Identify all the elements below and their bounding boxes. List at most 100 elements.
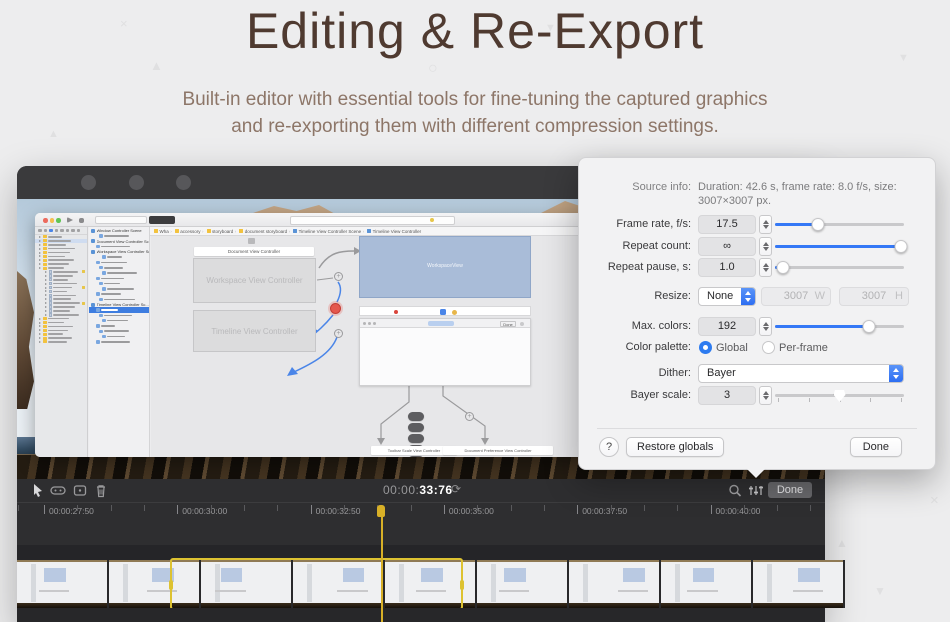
repeat-pause-stepper[interactable] [759, 258, 772, 277]
resize-width-field[interactable]: 3007 W [761, 287, 831, 306]
trash-icon[interactable] [93, 483, 109, 498]
titlebar-dot-icon [129, 175, 144, 190]
timeline-ruler[interactable]: 00:00:27:5000:00:30:0000:00:32:5000:00:3… [17, 502, 825, 537]
segue-socket-icon: + [334, 272, 343, 281]
playhead[interactable] [381, 515, 383, 622]
filmstrip-thumbnail[interactable] [477, 560, 569, 608]
subtitle-line-2: and re-exporting them with different com… [0, 113, 950, 140]
frame-rate-slider[interactable] [775, 215, 904, 234]
ruler-label: 00:00:32:50 [316, 506, 361, 516]
repeat-count-stepper[interactable] [759, 237, 772, 256]
ruler-minor-tick [677, 505, 678, 511]
decorative-shape: ▲ [836, 536, 848, 550]
repeat-pause-label: Repeat pause, s: [579, 261, 691, 273]
ruler-minor-tick [611, 505, 612, 511]
mini-icon [368, 322, 371, 325]
timeline-toolbar: 00:00:33:76 ⟳ Done [17, 479, 825, 502]
dropdown-arrows-icon [741, 288, 755, 305]
repeat-pause-slider[interactable] [775, 258, 904, 277]
timecode-value: 33:76 [419, 483, 452, 497]
mini-app-window: Done [359, 318, 531, 386]
connection-point [330, 303, 341, 314]
dither-dropdown[interactable]: Bayer [698, 364, 904, 383]
source-info-value: Duration: 42.6 s, frame rate: 8.0 f/s, s… [698, 181, 920, 208]
selection-handle-left[interactable] [169, 580, 173, 590]
bayer-scale-row: Bayer scale: 3 [579, 386, 935, 406]
bayer-scale-stepper[interactable] [759, 386, 772, 405]
scheme-selector [95, 216, 147, 224]
repeat-count-row: Repeat count: ∞ [579, 237, 935, 257]
crop-tool-icon[interactable] [72, 483, 88, 498]
timeline-done-button[interactable]: Done [768, 482, 812, 498]
max-colors-row: Max. colors: 192 [579, 317, 935, 337]
playhead-handle[interactable] [377, 505, 385, 517]
max-colors-slider[interactable] [775, 317, 904, 336]
filmstrip-thumbnail[interactable] [569, 560, 661, 608]
ruler-minor-tick [777, 505, 778, 511]
timecode-display: 00:00:33:76 [383, 483, 453, 497]
filmstrip-thumbnail[interactable] [753, 560, 845, 608]
resize-height-field[interactable]: 3007 H [839, 287, 909, 306]
zoom-timeline-icon[interactable] [727, 483, 743, 498]
bayer-scale-slider[interactable] [775, 386, 904, 405]
max-colors-field[interactable]: 192 [698, 317, 756, 336]
max-colors-stepper[interactable] [759, 317, 772, 336]
timeline-view-controller-box: Timeline View Controller [193, 310, 316, 352]
ruler-minor-tick [77, 505, 78, 511]
ruler-major-tick [444, 505, 445, 514]
frame-rate-row: Frame rate, f/s: 17.5 [579, 215, 935, 235]
timeline-selection[interactable] [170, 558, 463, 610]
repeat-count-slider[interactable] [775, 237, 904, 256]
loop-icon[interactable]: ⟳ [451, 482, 461, 496]
filmstrip-thumbnail[interactable] [17, 560, 109, 608]
ruler-major-tick [711, 505, 712, 514]
ruler-label: 00:00:27:50 [49, 506, 94, 516]
mini-selected-segment [428, 321, 454, 326]
resize-dropdown[interactable]: None [698, 287, 756, 306]
source-info-label: Source info: [579, 181, 691, 193]
resize-row: Resize: None 3007 W 3007 H [579, 287, 935, 307]
segue-badge [408, 412, 424, 421]
yellow-dot-icon [452, 310, 457, 315]
bayer-scale-label: Bayer scale: [579, 389, 691, 401]
trim-tool-icon[interactable] [50, 483, 66, 498]
popover-tail [746, 468, 766, 478]
cursor-tool-icon[interactable] [30, 483, 46, 498]
color-palette-label: Color palette: [579, 341, 691, 353]
view-controller-icon [248, 238, 255, 244]
restore-globals-button[interactable]: Restore globals [626, 437, 724, 457]
timecode-prefix: 00:00: [383, 483, 419, 497]
palette-global-radio[interactable] [699, 341, 712, 354]
bayer-scale-field[interactable]: 3 [698, 386, 756, 405]
decorative-shape: ▼ [874, 584, 886, 598]
palette-global-label: Global [716, 342, 748, 354]
navigator-tabs [35, 227, 87, 235]
mini-icon [520, 322, 524, 326]
scene-title: Document View Controller [194, 247, 314, 256]
ruler-minor-tick [744, 505, 745, 511]
xcode-navigator [35, 227, 88, 457]
record-dot-icon [394, 310, 398, 314]
dither-row: Dither: Bayer [579, 364, 935, 384]
ruler-minor-tick [18, 505, 19, 511]
ruler-minor-tick [344, 505, 345, 511]
frame-rate-field[interactable]: 17.5 [698, 215, 756, 234]
mini-icon [363, 322, 366, 325]
zoom-icon [56, 218, 61, 223]
toolbar-strip-preview [359, 306, 531, 316]
mini-icon [373, 322, 376, 325]
ruler-minor-tick [111, 505, 112, 511]
selection-handle-right[interactable] [460, 580, 464, 590]
color-palette-row: Color palette: Global Per-frame [579, 338, 935, 358]
repeat-count-field[interactable]: ∞ [698, 237, 756, 256]
popover-done-button[interactable]: Done [850, 437, 902, 457]
frame-rate-stepper[interactable] [759, 215, 772, 234]
frame-rate-label: Frame rate, f/s: [579, 218, 691, 230]
filmstrip-thumbnail[interactable] [661, 560, 753, 608]
repeat-pause-field[interactable]: 1.0 [698, 258, 756, 277]
help-button[interactable]: ? [599, 437, 619, 457]
breadcrumb-item: Timeline View Controller Scene› [293, 229, 364, 234]
page: ▲▼○×▼▲×▲▼× Editing & Re-Export Built-in … [0, 0, 950, 622]
palette-per-frame-radio[interactable] [762, 341, 775, 354]
export-settings-icon[interactable] [748, 483, 764, 498]
